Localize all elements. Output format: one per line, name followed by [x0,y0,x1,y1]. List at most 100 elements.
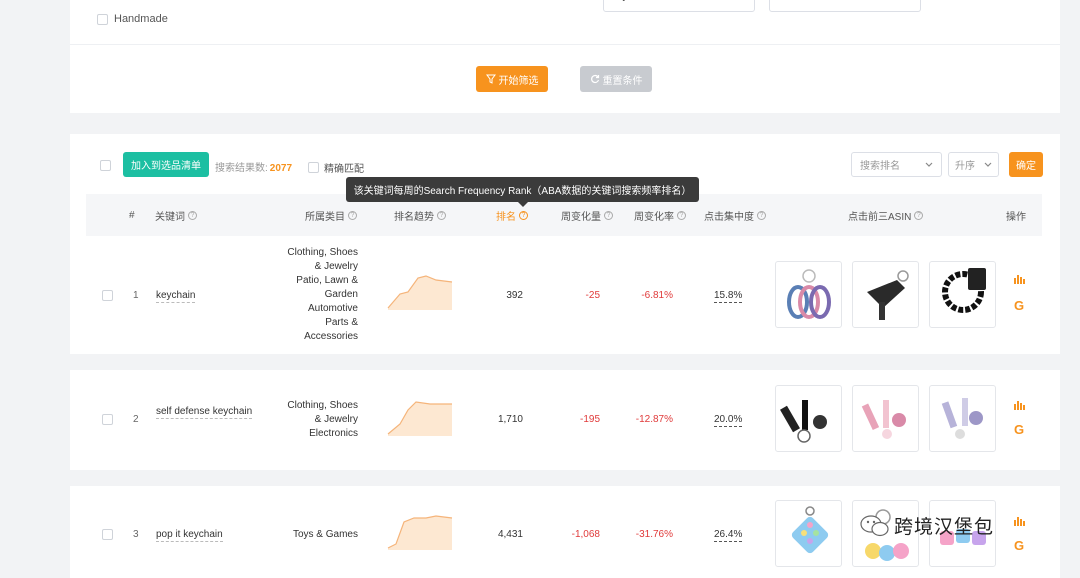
bar-chart-icon[interactable] [1014,274,1025,287]
row-categories: Toys & Games [268,528,358,542]
row-rank: 392 [506,290,523,301]
category-line: & Jewelry [314,261,358,272]
col-category-label: 所属类目 [305,211,345,223]
filter-panel: Handmade keychain 开始筛选 重置条件 [70,0,1060,113]
row-weekly-rate: -31.76% [635,529,673,540]
category-line: Patio, Lawn & [296,275,358,286]
secondary-input[interactable] [769,0,921,12]
col-keyword[interactable]: 关键词? [155,194,197,236]
google-icon[interactable]: G [1014,538,1024,553]
product-thumbnail[interactable] [852,385,919,452]
rank-tooltip: 该关键词每周的Search Frequency Rank（ABA数据的关键词搜索… [346,177,699,207]
category-line: Electronics [309,428,358,439]
bead-keychain-image [942,268,986,313]
watermark-text: 跨境汉堡包 [894,517,995,538]
question-icon[interactable]: ? [914,210,924,220]
keyword-input[interactable]: keychain [603,0,755,12]
row-checkbox[interactable] [102,290,113,301]
question-icon[interactable]: ? [677,210,686,220]
row-weekly-rate: -6.81% [641,290,673,301]
row-click-concentration[interactable]: 26.4% [714,529,743,542]
defense-kit-image [780,400,827,443]
question-icon[interactable]: ? [519,210,528,220]
chevron-down-icon [984,162,992,167]
product-thumbnail[interactable] [775,261,842,328]
add-to-list-button[interactable]: 加入到选品清单 [123,152,209,177]
exact-match-label: 精确匹配 [324,164,364,175]
result-count-value: 2077 [269,163,293,174]
google-icon[interactable]: G [1014,422,1024,437]
col-weekly-change-label: 周变化量 [561,211,601,223]
confirm-button[interactable]: 确定 [1009,152,1043,177]
keyword-input-value: keychain [612,0,651,2]
category-line: Clothing, Shoes [287,400,358,411]
product-thumbnail[interactable] [929,261,996,328]
question-icon[interactable]: ? [757,210,766,220]
row-checkbox[interactable] [102,414,113,425]
row-separator [70,354,1060,370]
rank-trend-sparkline[interactable] [386,512,454,550]
row-click-concentration[interactable]: 20.0% [714,414,743,427]
sort-select[interactable]: 搜索排名 [851,152,942,177]
col-actions: 操作 [1006,194,1026,236]
row-keyword[interactable]: self defense keychain [156,406,253,419]
row-weekly-change: -1,068 [571,529,600,540]
question-icon[interactable]: ? [188,210,197,220]
product-thumbnail[interactable] [852,261,919,328]
result-count: 搜索结果数: 2077 [215,159,292,174]
question-icon[interactable]: ? [348,210,357,220]
rank-trend-sparkline[interactable] [386,398,454,436]
divider [70,44,1060,45]
chevron-down-icon [925,162,933,167]
row-categories: Clothing, Shoes & Jewelry Electronics [268,399,358,441]
wechat-icon [860,514,889,536]
refresh-icon [590,74,599,84]
watermark: 跨境汉堡包 [860,512,994,539]
order-select[interactable]: 升序 [948,152,999,177]
order-select-value: 升序 [955,161,975,172]
row-keyword[interactable]: keychain [156,290,196,303]
row-checkbox[interactable] [102,529,113,540]
question-icon[interactable]: ? [604,210,613,220]
row-rank: 4,431 [497,529,523,540]
google-icon[interactable]: G [1014,298,1024,313]
exact-match[interactable]: 精确匹配 [308,160,364,175]
col-trend-label: 排名趋势 [394,211,434,223]
filter-handmade[interactable]: Handmade [97,13,168,25]
result-count-label: 搜索结果数: [215,163,268,174]
pink-kit-image [861,400,906,439]
row-index: 1 [133,290,139,301]
row-keyword[interactable]: pop it keychain [156,529,223,542]
row-weekly-rate: -12.87% [635,414,673,425]
col-rank-label: 排名 [496,211,516,223]
start-filter-button[interactable]: 开始筛选 [476,66,548,92]
question-icon[interactable]: ? [437,210,446,220]
reset-label: 重置条件 [602,75,643,87]
category-line: Accessories [304,331,358,342]
row-separator [70,470,1060,486]
product-thumbnail[interactable] [775,500,842,567]
select-all-checkbox[interactable] [100,160,111,171]
reset-button[interactable]: 重置条件 [580,66,652,92]
category-line: Automotive [307,303,358,314]
sort-select-value: 搜索排名 [860,161,900,172]
col-keyword-label: 关键词 [155,211,185,223]
col-click-concentration[interactable]: 点击集中度? [704,194,766,236]
product-thumbnail[interactable] [929,385,996,452]
row-weekly-change: -25 [585,290,600,301]
row-rank: 1,710 [497,414,523,425]
col-top3-asin[interactable]: 点击前三ASIN? [848,194,924,236]
handmade-checkbox[interactable] [97,13,108,25]
rank-trend-sparkline[interactable] [386,272,454,310]
col-index: # [129,194,135,236]
row-weekly-change: -195 [579,414,600,425]
category-line: & Jewelry [314,414,358,425]
bar-chart-icon[interactable] [1014,400,1025,413]
bar-chart-icon[interactable] [1014,516,1025,529]
product-thumbnail[interactable] [775,385,842,452]
col-click-concentration-label: 点击集中度 [704,211,754,223]
exact-match-checkbox[interactable] [308,162,319,173]
row-click-concentration[interactable]: 15.8% [714,290,743,303]
row-index: 3 [133,529,139,540]
defense-keychain-image [867,270,909,320]
